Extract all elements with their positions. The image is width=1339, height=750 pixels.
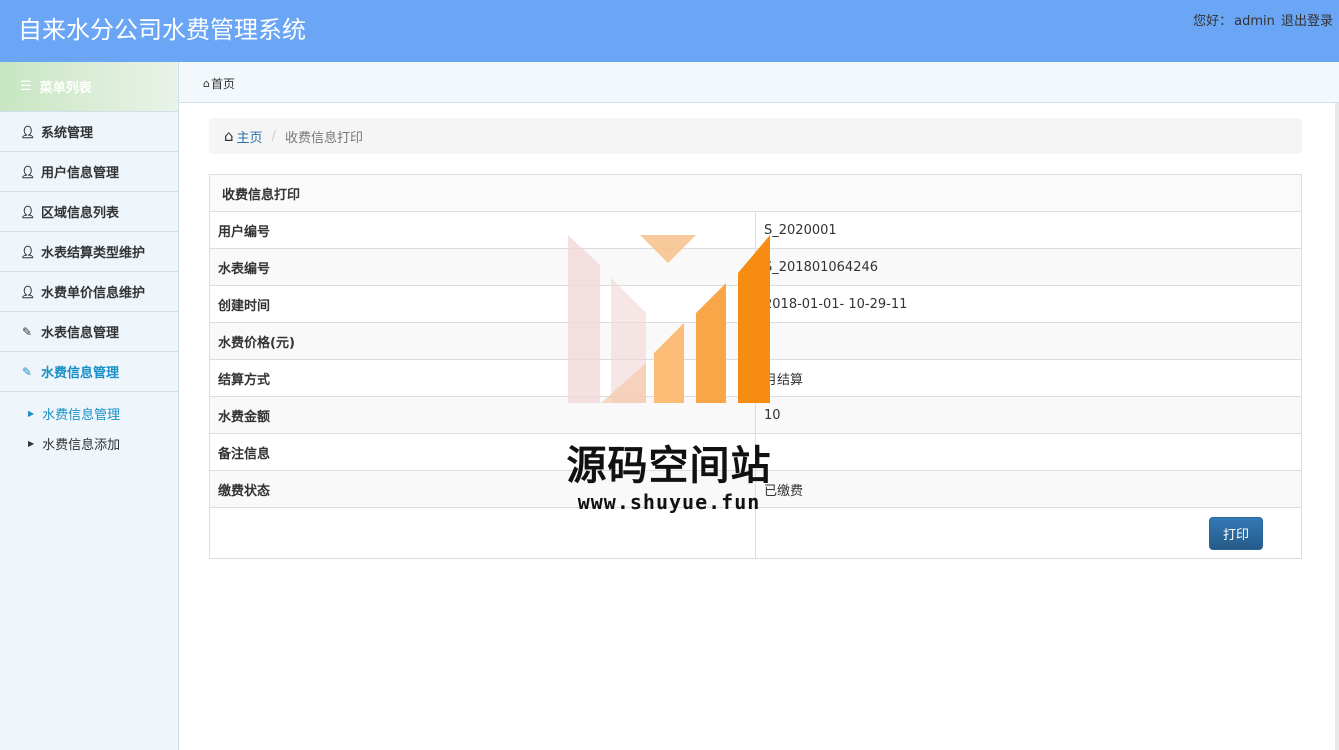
row-label: 水表编号 [209,248,756,286]
row-value: 2018-01-01- 10-29-11 [755,285,1302,323]
caret-right-icon: ▶ [28,438,35,448]
user-icon: 👤︎ [20,284,36,299]
tab-bar: ⌂ 首页 [179,62,1339,103]
tab-home[interactable]: ⌂ 首页 [203,75,235,92]
fee-detail-table: 收费信息打印 用户编号 S_2020001 水表编号 S_20180106424… [209,174,1302,559]
table-action-row: 打印 [209,507,1302,559]
table-row: 创建时间 2018-01-01- 10-29-11 [209,285,1302,323]
submenu-item-label: 水费信息管理 [42,407,121,423]
logout-link[interactable]: 退出登录 [1281,14,1333,29]
row-value: S_201801064246 [755,248,1302,286]
sidebar-item-meters[interactable]: ✎ 水表信息管理 [0,312,178,352]
breadcrumb-current: 收费信息打印 [284,130,363,146]
caret-right-icon: ▶ [28,408,35,418]
menu-title: 菜单列表 [39,81,92,96]
list-icon: ☰ [20,79,32,94]
username-label: admin [1234,14,1275,29]
row-label: 备注信息 [209,433,756,471]
edit-icon: ✎ [21,324,33,339]
table-row: 水费金额 10 [209,396,1302,434]
scrollbar[interactable] [1335,103,1339,750]
row-value: S_2020001 [755,211,1302,249]
edit-icon: ✎ [21,364,33,379]
sidebar-item-label: 水表信息管理 [41,326,120,341]
tab-home-label: 首页 [210,77,235,91]
table-caption: 收费信息打印 [209,174,1302,212]
row-value [755,433,1302,471]
sidebar: ☰ 菜单列表 👤︎ 系统管理 👤︎ 用户信息管理 👤︎ 区域信息列表 👤︎ 水表… [0,62,179,750]
sidebar-item-system[interactable]: 👤︎ 系统管理 [0,112,178,152]
sidebar-item-unit-price[interactable]: 👤︎ 水费单价信息维护 [0,272,178,312]
top-header: 自来水分公司水费管理系统 您好： admin 退出登录 [0,0,1339,62]
action-cell-empty [209,507,756,559]
submenu-item-fee-management[interactable]: ▶ 水费信息管理 [0,398,178,428]
sidebar-item-label: 水表结算类型维护 [41,246,146,261]
row-value [755,322,1302,360]
row-label: 结算方式 [209,359,756,397]
row-label: 用户编号 [209,211,756,249]
table-caption-row: 收费信息打印 [209,174,1302,212]
home-icon: ⌂ [203,77,210,90]
sidebar-item-users[interactable]: 👤︎ 用户信息管理 [0,152,178,192]
row-label: 缴费状态 [209,470,756,508]
app-title: 自来水分公司水费管理系统 [18,16,306,44]
action-cell: 打印 [755,507,1302,559]
breadcrumb-home-link[interactable]: 主页 [237,127,263,146]
menu-header: ☰ 菜单列表 [0,62,178,112]
user-info: 您好： admin 退出登录 [1191,10,1333,29]
home-icon: ⌂ [224,127,234,145]
row-label: 水费价格(元) [209,322,756,360]
sidebar-submenu: ▶ 水费信息管理 ▶ 水费信息添加 [0,392,178,458]
sidebar-item-label: 用户信息管理 [41,166,120,181]
user-icon: 👤︎ [20,204,36,219]
sidebar-item-water-fees[interactable]: ✎ 水费信息管理 [0,352,178,392]
row-label: 水费金额 [209,396,756,434]
row-value: 10 [755,396,1302,434]
user-icon: 👤︎ [20,244,36,259]
table-row: 水费价格(元) [209,322,1302,360]
sidebar-item-label: 区域信息列表 [41,206,120,221]
breadcrumb: ⌂ 主页 / 收费信息打印 [209,118,1302,154]
sidebar-item-label: 系统管理 [41,126,94,141]
row-value: 月结算 [755,359,1302,397]
row-label: 创建时间 [209,285,756,323]
breadcrumb-separator: / [271,128,276,144]
greeting-label: 您好： [1193,14,1233,29]
print-button[interactable]: 打印 [1209,516,1263,550]
user-icon: 👤︎ [20,164,36,179]
table-row: 水表编号 S_201801064246 [209,248,1302,286]
main-content: ⌂ 主页 / 收费信息打印 收费信息打印 用户编号 S_2020001 水表编号… [179,103,1336,750]
sidebar-item-label: 水费单价信息维护 [41,286,146,301]
sidebar-item-settlement-types[interactable]: 👤︎ 水表结算类型维护 [0,232,178,272]
table-row: 用户编号 S_2020001 [209,211,1302,249]
sidebar-item-regions[interactable]: 👤︎ 区域信息列表 [0,192,178,232]
submenu-item-label: 水费信息添加 [42,437,121,453]
sidebar-item-label: 水费信息管理 [41,366,120,381]
table-row: 备注信息 [209,433,1302,471]
user-icon: 👤︎ [20,124,36,139]
table-row: 缴费状态 已缴费 [209,470,1302,508]
submenu-item-fee-add[interactable]: ▶ 水费信息添加 [0,428,178,458]
table-row: 结算方式 月结算 [209,359,1302,397]
row-value: 已缴费 [755,470,1302,508]
